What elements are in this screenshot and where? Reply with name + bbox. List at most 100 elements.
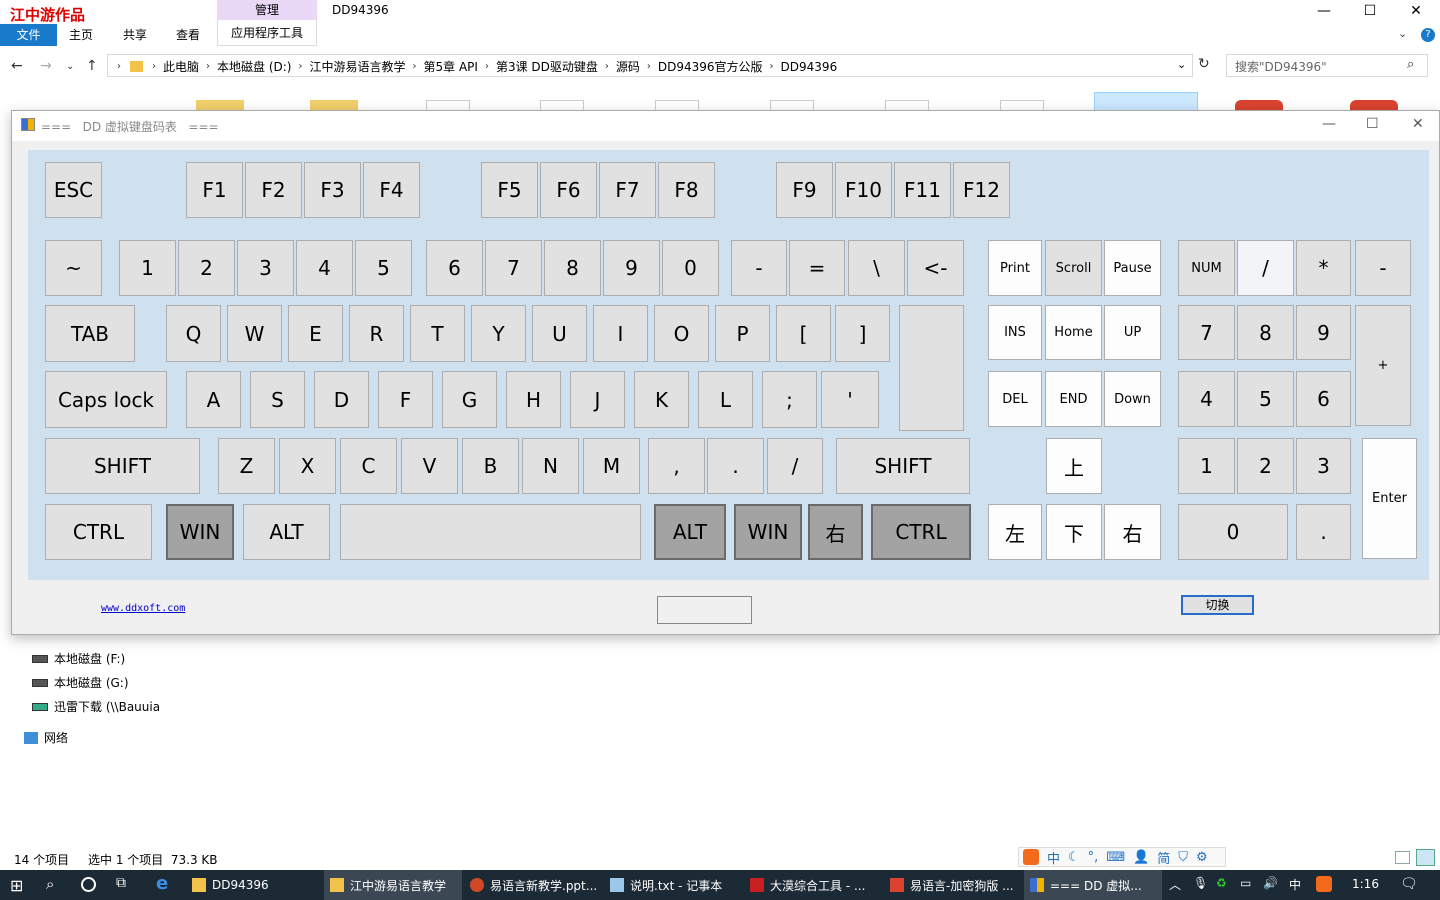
taskbar-item-eyuyan[interactable]: 易语言-加密狗版 ... xyxy=(884,870,1022,900)
up-icon[interactable]: ↑ xyxy=(86,58,98,74)
key-p[interactable]: P xyxy=(715,305,770,362)
clock[interactable]: 1:16 xyxy=(1352,877,1379,891)
recycle-icon[interactable]: ♻ xyxy=(1216,876,1227,890)
ime-indicator[interactable]: 中 xyxy=(1289,876,1301,893)
key-9[interactable]: 9 xyxy=(603,240,660,296)
forward-icon[interactable]: → xyxy=(40,58,52,74)
moon-icon[interactable]: ☾ xyxy=(1068,850,1080,865)
key-1[interactable]: 1 xyxy=(119,240,176,296)
breadcrumb-item[interactable]: 江中游易语言教学 xyxy=(305,58,409,75)
key-a[interactable]: A xyxy=(186,371,241,428)
user-icon[interactable]: 👤 xyxy=(1133,850,1149,865)
key-6[interactable]: 6 xyxy=(1296,371,1351,427)
key-c[interactable]: C xyxy=(340,438,397,494)
key-pause[interactable]: Pause xyxy=(1104,240,1161,296)
details-view-icon[interactable] xyxy=(1395,851,1410,864)
key-ctrl[interactable]: CTRL xyxy=(871,504,971,560)
taskbar-item-dama[interactable]: 大漠综合工具 - ... xyxy=(744,870,882,900)
key-enter[interactable]: Enter xyxy=(1362,438,1417,559)
key-4[interactable]: 4 xyxy=(296,240,353,296)
dialog-maximize-button[interactable]: ☐ xyxy=(1366,116,1379,132)
key-r[interactable]: R xyxy=(349,305,404,362)
key-symbol[interactable]: <- xyxy=(907,240,964,296)
key-3[interactable]: 3 xyxy=(237,240,294,296)
tab-view[interactable]: 查看 xyxy=(176,26,200,43)
key-symbol[interactable]: . xyxy=(1296,504,1351,560)
address-dropdown-icon[interactable]: ⌄ xyxy=(1177,58,1186,71)
search-icon[interactable]: ⌕ xyxy=(46,875,54,893)
key-alt[interactable]: ALT xyxy=(243,504,330,560)
taskbar-item-ppt[interactable]: 易语言新教学.ppt... xyxy=(464,870,602,900)
breadcrumb-item[interactable]: DD94396 xyxy=(777,60,842,74)
key-o[interactable]: O xyxy=(654,305,709,362)
key-e[interactable]: E xyxy=(288,305,343,362)
close-button[interactable]: ✕ xyxy=(1393,0,1439,22)
key-f3[interactable]: F3 xyxy=(304,162,361,218)
key-symbol[interactable]: 右 xyxy=(808,504,863,560)
nav-drive-f[interactable]: 本地磁盘 (F:) xyxy=(32,650,125,667)
taskbar-item-dd-keyboard[interactable]: === DD 虚拟... xyxy=(1024,870,1162,900)
sogou-icon[interactable] xyxy=(1316,876,1332,892)
key-u[interactable]: U xyxy=(532,305,587,362)
key-7[interactable]: 7 xyxy=(485,240,542,296)
punct-icon[interactable]: °, xyxy=(1088,850,1099,865)
keycode-display[interactable] xyxy=(657,596,752,624)
key-symbol[interactable]: 左 xyxy=(988,504,1042,560)
key-5[interactable]: 5 xyxy=(1237,371,1294,427)
key-symbol[interactable]: ; xyxy=(762,371,817,428)
key-5[interactable]: 5 xyxy=(355,240,412,296)
tab-app-tools[interactable]: 应用程序工具 xyxy=(217,20,317,46)
tab-share[interactable]: 共享 xyxy=(123,26,147,43)
ime-simplified[interactable]: 简 xyxy=(1157,848,1170,867)
dialog-minimize-button[interactable]: — xyxy=(1322,116,1336,132)
key-0[interactable]: 0 xyxy=(1178,504,1288,560)
windows-start-icon[interactable]: ⊞ xyxy=(10,876,23,895)
key-enter-blank[interactable] xyxy=(899,305,964,431)
key-x[interactable]: X xyxy=(279,438,336,494)
switch-button[interactable]: 切换 xyxy=(1181,595,1254,615)
key-home[interactable]: Home xyxy=(1045,305,1102,360)
key-2[interactable]: 2 xyxy=(178,240,235,296)
key-end[interactable]: END xyxy=(1045,371,1102,427)
key-down[interactable]: Down xyxy=(1104,371,1161,427)
key-q[interactable]: Q xyxy=(166,305,221,362)
nav-drive-g[interactable]: 本地磁盘 (G:) xyxy=(32,674,129,691)
key-n[interactable]: N xyxy=(522,438,579,494)
key-caps-lock[interactable]: Caps lock xyxy=(45,371,167,428)
key-f9[interactable]: F9 xyxy=(776,162,833,218)
key-ins[interactable]: INS xyxy=(988,305,1042,360)
tab-home[interactable]: 主页 xyxy=(69,26,93,43)
key-f7[interactable]: F7 xyxy=(599,162,656,218)
key-b[interactable]: B xyxy=(462,438,519,494)
shirt-icon[interactable]: ⛉ xyxy=(1178,850,1188,865)
key-m[interactable]: M xyxy=(583,438,640,494)
key-d[interactable]: D xyxy=(314,371,369,428)
key-z[interactable]: Z xyxy=(218,438,275,494)
key-symbol[interactable]: / xyxy=(767,438,823,494)
ddxoft-link[interactable]: www.ddxoft.com xyxy=(101,603,185,614)
key-v[interactable]: V xyxy=(401,438,458,494)
back-icon[interactable]: ← xyxy=(11,58,23,74)
taskbar-item-explorer[interactable]: DD94396 xyxy=(186,870,322,900)
gear-icon[interactable]: ⚙ xyxy=(1196,850,1208,865)
key-f10[interactable]: F10 xyxy=(835,162,892,218)
key-symbol[interactable]: - xyxy=(731,240,787,296)
breadcrumb-item[interactable]: 第3课 DD驱动键盘 xyxy=(492,58,602,75)
key-f[interactable]: F xyxy=(378,371,433,428)
key-shift[interactable]: SHIFT xyxy=(836,438,970,494)
key-3[interactable]: 3 xyxy=(1296,438,1351,494)
refresh-icon[interactable]: ↻ xyxy=(1198,56,1210,72)
ime-toolbar[interactable]: 中 ☾ °, ⌨ 👤 简 ⛉ ⚙ xyxy=(1018,847,1226,867)
key-f12[interactable]: F12 xyxy=(953,162,1010,218)
selected-file-highlight[interactable] xyxy=(1094,92,1198,112)
key-symbol[interactable]: 下 xyxy=(1046,504,1102,560)
breadcrumb-item[interactable]: 此电脑 xyxy=(159,58,203,75)
key-symbol[interactable]: \ xyxy=(848,240,905,296)
key-symbol[interactable]: * xyxy=(1296,240,1351,296)
ime-mode[interactable]: 中 xyxy=(1047,848,1060,867)
key-f1[interactable]: F1 xyxy=(186,162,243,218)
volume-icon[interactable]: 🔊 xyxy=(1263,876,1278,890)
key-7[interactable]: 7 xyxy=(1178,305,1235,360)
key-del[interactable]: DEL xyxy=(988,371,1042,427)
breadcrumb-item[interactable]: 第5章 API xyxy=(420,58,482,75)
